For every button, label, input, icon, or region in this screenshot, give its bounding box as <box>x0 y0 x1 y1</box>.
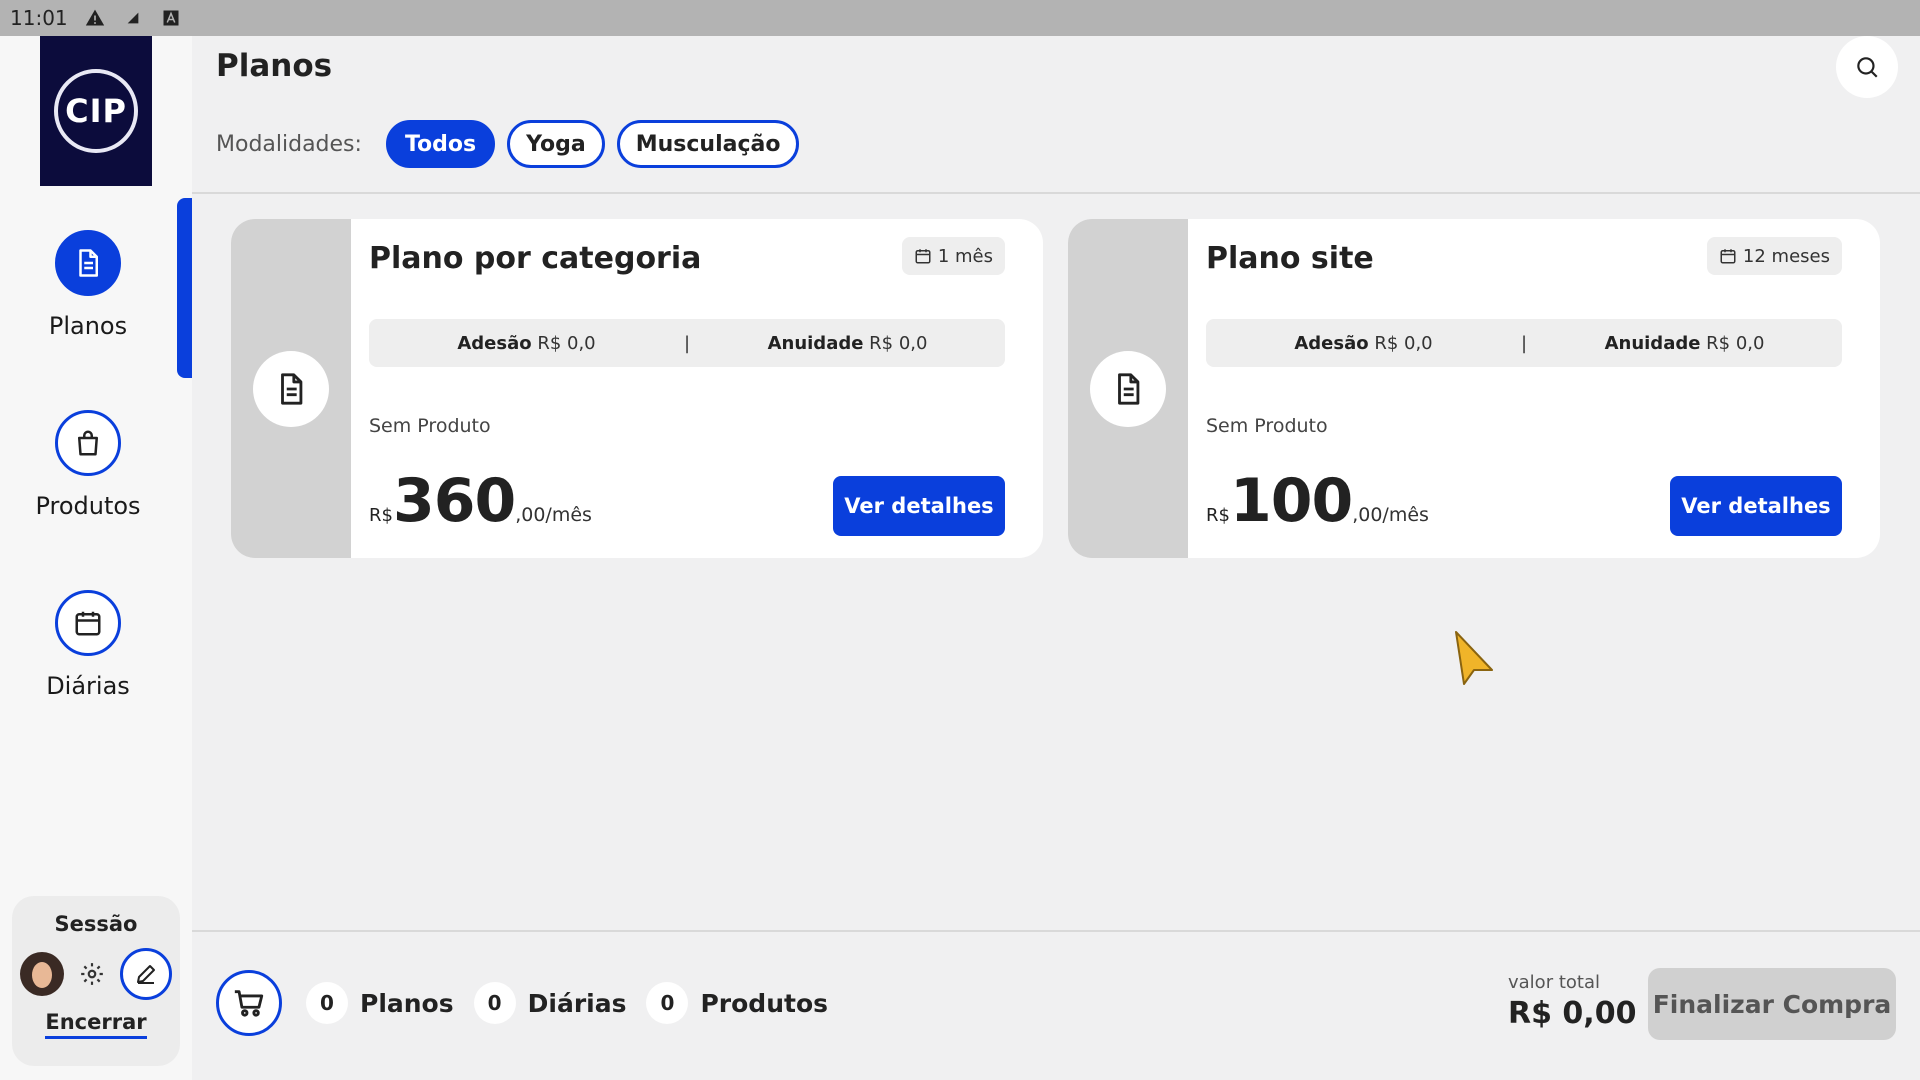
price-suffix: ,00/mês <box>1352 504 1429 526</box>
count-label-diarias: Diárias <box>527 988 627 1018</box>
plan-title: Plano por categoria <box>369 241 702 276</box>
sidebar-item-produtos[interactable]: Produtos <box>0 410 176 520</box>
nav-circle-planos <box>55 230 121 296</box>
session-title: Sessão <box>54 912 138 936</box>
status-time: 11:01 <box>10 6 68 30</box>
cart-counts: 0 Planos 0 Diárias 0 Produtos <box>306 982 836 1024</box>
edit-button[interactable] <box>120 948 172 1000</box>
header-divider <box>192 192 1920 194</box>
shopping-bag-icon <box>78 430 98 456</box>
plan-duration-badge: 1 mês <box>901 237 1005 275</box>
calendar-icon <box>75 611 101 636</box>
filter-chip-musculacao[interactable]: Musculação <box>616 120 800 168</box>
price-amount: 100 <box>1229 466 1353 536</box>
price-amount: 360 <box>392 466 516 536</box>
shopping-cart-icon <box>234 990 264 1017</box>
plan-price: R$ 360 ,00/mês <box>369 471 592 531</box>
filter-chip-yoga[interactable]: Yoga <box>507 120 605 168</box>
search-button[interactable] <box>1836 36 1898 98</box>
logout-link[interactable]: Encerrar <box>45 1010 147 1039</box>
sidebar-item-label: Diárias <box>46 672 130 700</box>
count-produtos: 0 <box>646 982 689 1024</box>
filters-label: Modalidades: <box>216 131 362 157</box>
count-diarias: 0 <box>473 982 516 1024</box>
count-planos: 0 <box>306 982 348 1024</box>
avatar[interactable] <box>20 952 64 996</box>
search-icon <box>1857 57 1878 78</box>
plan-price: R$ 100 ,00/mês <box>1206 471 1429 531</box>
keyboard-a-icon <box>160 7 182 29</box>
plan-card: Plano site 12 meses Adesão R$ 0,0 | Anui… <box>1068 219 1880 558</box>
count-label-planos: Planos <box>360 988 454 1018</box>
card-side-panel <box>231 219 351 558</box>
price-suffix: ,00/mês <box>515 504 592 526</box>
logo-text: CIP <box>65 92 127 130</box>
calendar-icon <box>915 249 931 264</box>
filter-chip-todos[interactable]: Todos <box>385 120 496 168</box>
warning-icon <box>84 7 106 29</box>
price-currency: R$ <box>1206 505 1230 526</box>
settings-button[interactable] <box>70 952 114 996</box>
plan-product: Sem Produto <box>1206 415 1328 437</box>
gear-icon <box>81 963 103 985</box>
mouse-cursor-icon <box>1455 631 1493 685</box>
nav-circle-produtos <box>55 410 121 476</box>
total-label: valor total <box>1508 972 1600 993</box>
plan-card: Plano por categoria 1 mês Adesão R$ 0,0 … <box>231 219 1043 558</box>
total-value: R$ 0,00 <box>1508 996 1637 1031</box>
sidebar: CIP Planos Produtos Diárias Sessão Encer… <box>0 36 192 1080</box>
sidebar-item-diarias[interactable]: Diárias <box>0 590 176 700</box>
plan-duration-badge: 12 meses <box>1706 237 1842 275</box>
nav-circle-diarias <box>55 590 121 656</box>
page-title: Planos <box>216 48 333 84</box>
fee-anuidade: Anuidade R$ 0,0 <box>767 332 928 354</box>
session-actions <box>20 948 172 1000</box>
plan-product: Sem Produto <box>369 415 491 437</box>
document-icon <box>1118 373 1140 405</box>
plan-title: Plano site <box>1206 241 1374 276</box>
sidebar-item-planos[interactable]: Planos <box>0 230 176 340</box>
fee-adesao: Adesão R$ 0,0 <box>457 332 596 354</box>
status-bar: 11:01 <box>0 0 1920 36</box>
card-side-panel <box>1068 219 1188 558</box>
plan-duration: 12 meses <box>1742 245 1830 267</box>
session-panel: Sessão Encerrar <box>12 896 180 1066</box>
checkout-button[interactable]: Finalizar Compra <box>1648 968 1896 1040</box>
fee-anuidade: Anuidade R$ 0,0 <box>1604 332 1765 354</box>
plan-icon-circle <box>1090 351 1166 427</box>
active-nav-indicator <box>177 198 192 378</box>
pencil-icon <box>137 965 155 984</box>
cart-button[interactable] <box>216 970 282 1036</box>
sidebar-item-label: Produtos <box>35 492 141 520</box>
view-details-button[interactable]: Ver detalhes <box>833 476 1005 536</box>
plan-fees: Adesão R$ 0,0 | Anuidade R$ 0,0 <box>1206 319 1842 367</box>
count-label-produtos: Produtos <box>700 988 828 1018</box>
plan-fees: Adesão R$ 0,0 | Anuidade R$ 0,0 <box>369 319 1005 367</box>
fee-adesao: Adesão R$ 0,0 <box>1294 332 1433 354</box>
document-icon <box>79 249 98 277</box>
signal-icon <box>122 7 144 29</box>
logo-emblem: CIP <box>54 69 138 153</box>
plan-icon-circle <box>253 351 329 427</box>
calendar-icon <box>1720 249 1736 264</box>
plan-duration: 1 mês <box>937 245 993 267</box>
price-currency: R$ <box>369 505 393 526</box>
footer-divider <box>192 930 1920 932</box>
modality-filters: Modalidades: Todos Yoga Musculação <box>216 120 800 168</box>
view-details-button[interactable]: Ver detalhes <box>1670 476 1842 536</box>
brand-logo: CIP <box>40 36 152 186</box>
document-icon <box>281 373 303 405</box>
sidebar-item-label: Planos <box>48 312 128 340</box>
